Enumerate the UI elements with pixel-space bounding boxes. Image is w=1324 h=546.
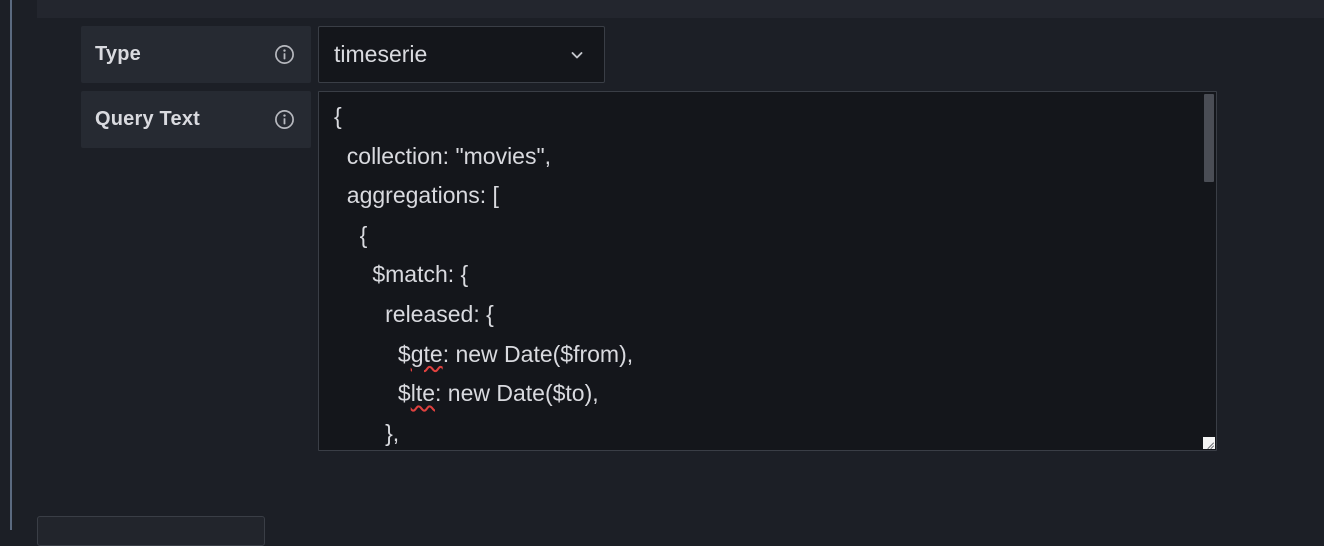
- type-label-text: Type: [95, 43, 141, 65]
- code-line: $lte: new Date($to),: [334, 374, 633, 414]
- code-line: released: {: [334, 295, 633, 335]
- code-line: aggregations: [: [334, 176, 633, 216]
- code-token: {: [334, 103, 342, 129]
- query-text-editor[interactable]: { collection: "movies", aggregations: [ …: [318, 91, 1217, 451]
- chevron-down-icon: [568, 46, 586, 64]
- code-line: {: [334, 97, 633, 137]
- add-query-button[interactable]: [37, 516, 265, 546]
- code-token: aggregations: [: [346, 182, 499, 209]
- info-icon[interactable]: [273, 44, 295, 66]
- code-line: $gte: new Date($from),: [334, 335, 633, 375]
- code-line: collection: "movies",: [334, 137, 633, 177]
- code-line: {: [334, 216, 633, 256]
- left-section-rule: [10, 0, 12, 530]
- spellcheck-token: gte: [410, 340, 443, 367]
- code-token: collection: "movies",: [346, 142, 552, 169]
- editor-scrollbar[interactable]: [1204, 94, 1214, 182]
- code-token: $: [397, 340, 411, 367]
- code-token: : new Date($to),: [435, 380, 599, 407]
- code-token: {: [359, 221, 368, 248]
- info-icon[interactable]: [273, 109, 295, 131]
- code-line: $match: {: [334, 255, 633, 295]
- resize-grip-icon[interactable]: [1203, 437, 1215, 449]
- code-line: },: [334, 414, 633, 450]
- query-code: { collection: "movies", aggregations: [ …: [334, 97, 633, 450]
- spellcheck-token: lte: [410, 380, 435, 407]
- type-select-value: timeserie: [334, 41, 428, 67]
- code-token: released: {: [385, 300, 494, 327]
- code-token: $: [397, 380, 411, 407]
- query-text-label-text: Query Text: [95, 108, 200, 130]
- query-text-label: Query Text: [81, 91, 311, 148]
- code-token: },: [385, 419, 400, 446]
- code-token: : new Date($from),: [442, 340, 634, 367]
- previous-row-strip: [37, 0, 1324, 18]
- type-select[interactable]: timeserie: [318, 26, 605, 83]
- type-label: Type: [81, 26, 311, 83]
- code-token: $match: {: [372, 261, 469, 288]
